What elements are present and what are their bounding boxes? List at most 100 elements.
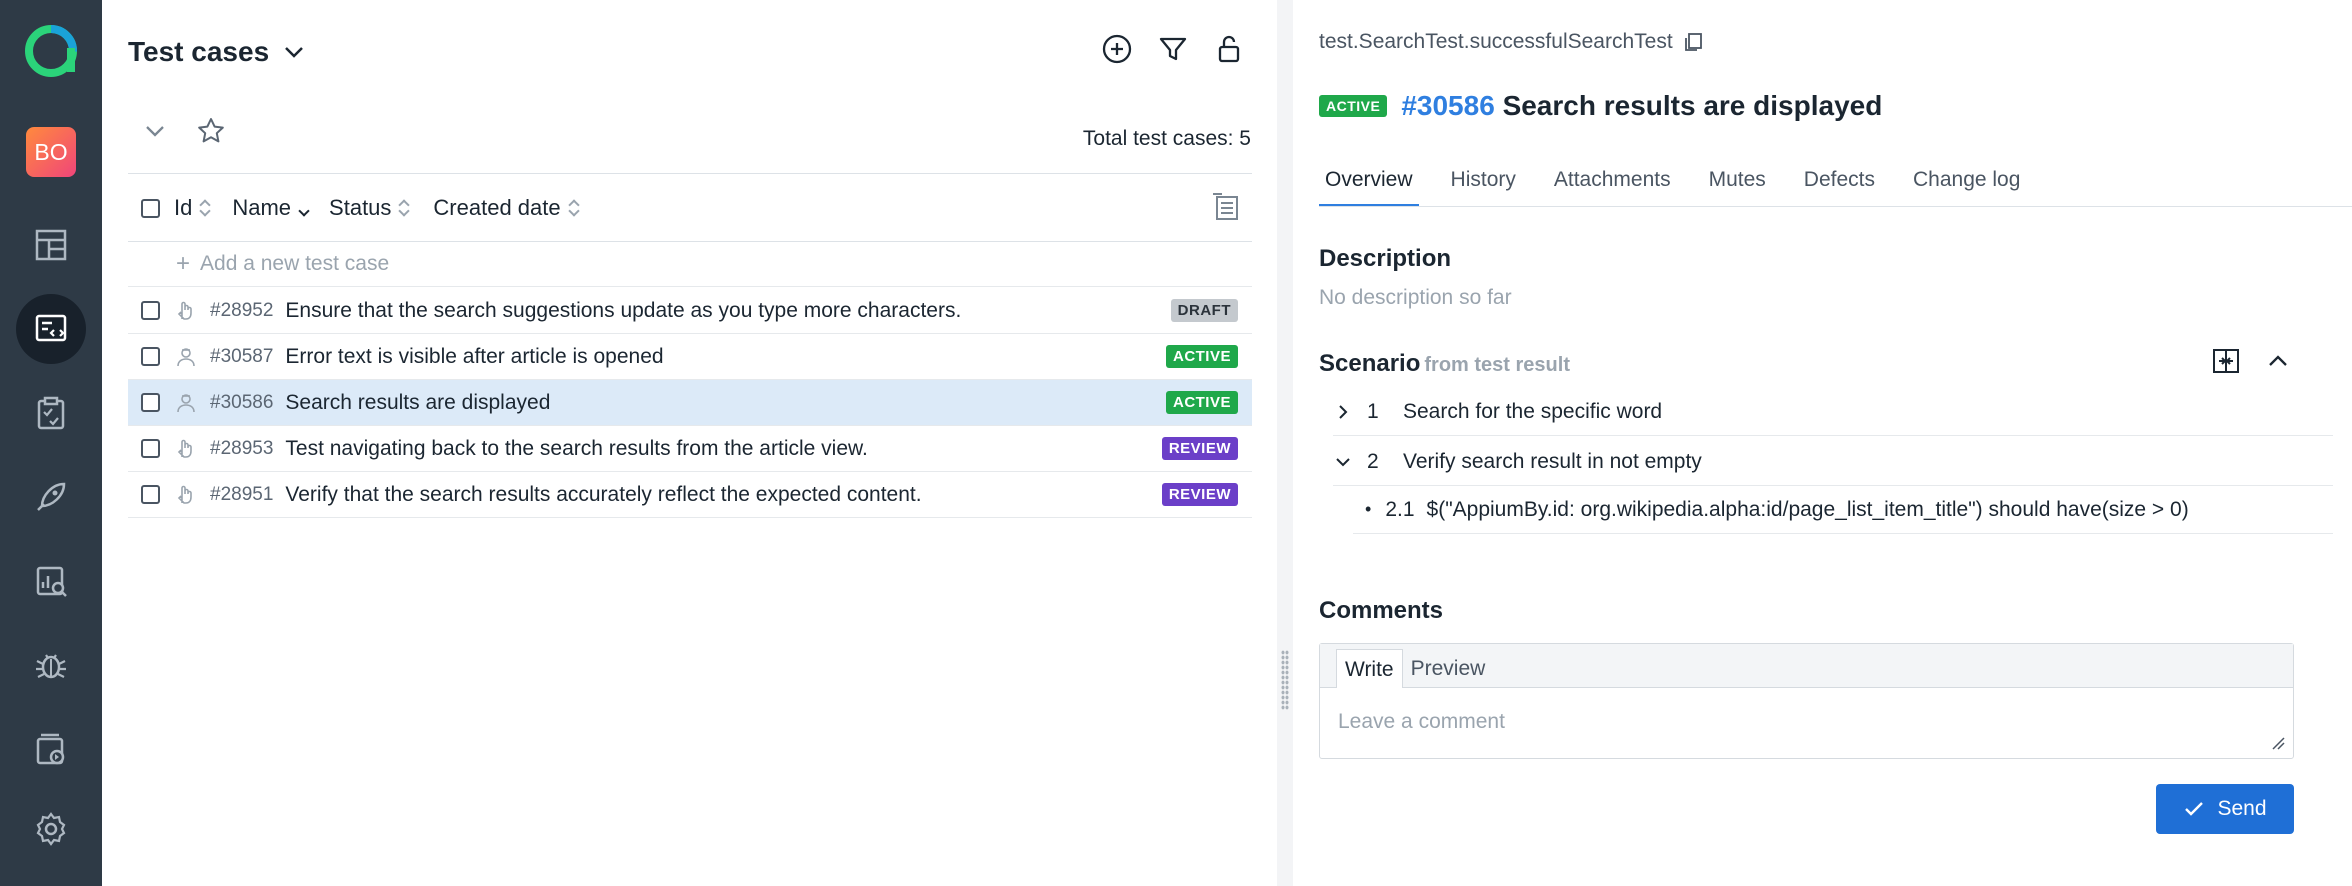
- row-checkbox[interactable]: [141, 439, 160, 458]
- column-id[interactable]: Id: [174, 195, 212, 221]
- table-row[interactable]: #28952 Ensure that the search suggestion…: [128, 288, 1252, 334]
- chevron-right-icon[interactable]: [1333, 402, 1353, 422]
- lock-button[interactable]: [1212, 32, 1246, 66]
- tab-write[interactable]: Write: [1336, 649, 1403, 688]
- row-checkbox[interactable]: [141, 393, 160, 412]
- sidebar-item-jobs[interactable]: [16, 714, 86, 784]
- case-id[interactable]: #30586: [1401, 90, 1494, 121]
- sidebar-item-analytics[interactable]: [16, 546, 86, 616]
- step-number: 1: [1367, 399, 1379, 423]
- column-status[interactable]: Status: [329, 195, 411, 221]
- table-row[interactable]: #30587 Error text is visible after artic…: [128, 334, 1252, 380]
- row-name: Search results are displayed: [285, 390, 551, 414]
- collapse-chevron-icon[interactable]: [140, 116, 170, 146]
- column-status-label: Status: [329, 195, 392, 220]
- detail-tabs: Overview History Attachments Mutes Defec…: [1319, 162, 2026, 207]
- table-row[interactable]: #28953 Test navigating back to the searc…: [128, 426, 1252, 472]
- sidebar-item-test-cases[interactable]: [16, 294, 86, 364]
- filter-icon: [1159, 37, 1187, 61]
- case-header: ACTIVE #30586 Search results are display…: [1319, 90, 1882, 122]
- tab-attachments[interactable]: Attachments: [1548, 162, 1677, 207]
- column-settings-icon[interactable]: [1210, 191, 1242, 223]
- column-created-date[interactable]: Created date: [433, 195, 580, 221]
- sync-scenario-icon[interactable]: [2211, 346, 2241, 376]
- resize-handle[interactable]: [1281, 650, 1289, 710]
- row-checkbox[interactable]: [141, 485, 160, 504]
- star-icon[interactable]: [196, 116, 226, 146]
- table-row[interactable]: #28951 Verify that the search results ac…: [128, 472, 1252, 518]
- page-title[interactable]: Test cases: [128, 36, 307, 68]
- sidebar-item-dashboards[interactable]: [16, 210, 86, 280]
- row-name: Test navigating back to the search resul…: [285, 436, 868, 460]
- sort-desc-icon: [297, 197, 311, 219]
- automated-test-icon: [177, 347, 195, 366]
- app-logo-icon[interactable]: [24, 24, 78, 78]
- send-button[interactable]: Send: [2156, 784, 2294, 834]
- sort-icon: [198, 197, 212, 219]
- row-id: #28951: [210, 483, 274, 505]
- plus-circle-icon: [1102, 34, 1132, 64]
- analytics-icon: [36, 566, 67, 597]
- description-title: Description: [1319, 245, 1452, 272]
- test-plans-icon: [37, 396, 65, 430]
- tab-preview[interactable]: Preview: [1403, 649, 1494, 687]
- tab-mutes[interactable]: Mutes: [1703, 162, 1772, 207]
- scenario-substep[interactable]: • 2.1 $("AppiumBy.id: org.wikipedia.alph…: [1353, 486, 2333, 534]
- full-name: test.SearchTest.successfulSearchTest: [1319, 30, 1705, 54]
- description-text[interactable]: No description so far: [1319, 286, 1512, 310]
- scenario-title: Scenario from test result: [1319, 350, 1570, 378]
- defects-icon: [36, 654, 66, 679]
- tab-overview[interactable]: Overview: [1319, 162, 1419, 207]
- column-id-label: Id: [174, 195, 193, 220]
- status-badge: ACTIVE: [1165, 391, 1238, 414]
- tabs-divider: [1319, 206, 2352, 207]
- add-test-case-button[interactable]: [1100, 32, 1134, 66]
- tab-history[interactable]: History: [1445, 162, 1522, 207]
- sidebar-item-test-plans[interactable]: [16, 378, 86, 448]
- user-avatar[interactable]: BO: [26, 127, 76, 177]
- scenario-step[interactable]: 2 Verify search result in not empty: [1333, 438, 2333, 486]
- manual-test-icon: [177, 485, 192, 504]
- list-toolbar: [1100, 32, 1246, 66]
- scenario-source: from test result: [1424, 354, 1570, 376]
- send-label: Send: [2217, 797, 2267, 820]
- row-name: Error text is visible after article is o…: [285, 344, 664, 368]
- column-created-label: Created date: [433, 195, 561, 220]
- step-number: 2: [1367, 449, 1379, 473]
- row-checkbox[interactable]: [141, 347, 160, 366]
- status-badge: ACTIVE: [1319, 95, 1388, 117]
- copy-icon[interactable]: [1681, 30, 1705, 54]
- row-checkbox[interactable]: [141, 301, 160, 320]
- divider: [128, 173, 1252, 174]
- pane-divider: [1277, 0, 1293, 886]
- manual-test-icon: [177, 301, 192, 320]
- scenario-title-text: Scenario: [1319, 350, 1421, 377]
- table-row-selected[interactable]: #30586 Search results are displayed ACTI…: [128, 380, 1252, 426]
- chevron-down-icon[interactable]: [1333, 452, 1353, 472]
- column-name[interactable]: Name: [232, 195, 311, 221]
- case-name: Search results are displayed: [1502, 90, 1883, 121]
- sidebar-item-defects[interactable]: [16, 630, 86, 700]
- comments-title: Comments: [1319, 597, 1444, 624]
- row-id: #30587: [210, 345, 274, 367]
- tab-defects[interactable]: Defects: [1798, 162, 1881, 207]
- add-test-case-placeholder: Add a new test case: [200, 252, 390, 275]
- chevron-down-icon: [285, 47, 304, 58]
- tab-change-log[interactable]: Change log: [1907, 162, 2026, 207]
- avatar-initials: BO: [34, 138, 68, 165]
- status-badge: ACTIVE: [1165, 345, 1238, 368]
- resize-grip-icon[interactable]: [2271, 736, 2285, 750]
- settings-icon: [36, 812, 66, 846]
- select-all-checkbox[interactable]: [141, 198, 160, 218]
- scenario-step[interactable]: 1 Search for the specific word: [1333, 388, 2333, 436]
- launches-icon: [37, 482, 66, 511]
- status-badge: REVIEW: [1161, 483, 1238, 506]
- chevron-up-icon[interactable]: [2263, 346, 2293, 376]
- sidebar-item-settings[interactable]: [16, 794, 86, 864]
- filter-button[interactable]: [1156, 32, 1190, 66]
- comment-input[interactable]: Leave a comment: [1320, 688, 2293, 756]
- add-test-case-row[interactable]: + Add a new test case: [128, 242, 1252, 287]
- manual-test-icon: [177, 439, 192, 458]
- sidebar-item-launches[interactable]: [16, 462, 86, 532]
- bullet-icon: •: [1365, 499, 1372, 519]
